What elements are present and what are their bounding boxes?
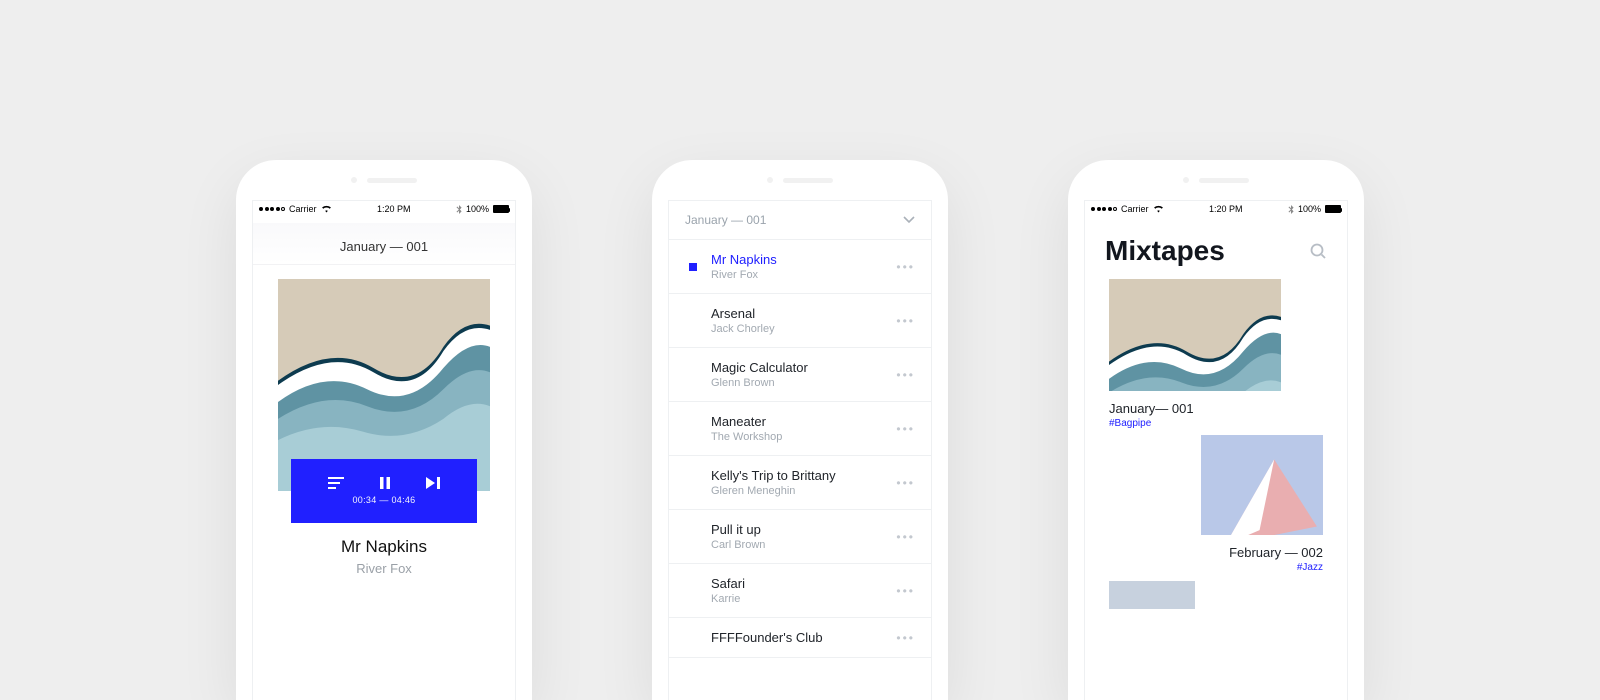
phone-playlist: January — 001 Mr NapkinsRiver Fox•••Arse… xyxy=(652,160,948,700)
screen-now-playing: Carrier 1:20 PM 100% January — 001 xyxy=(252,200,516,700)
track-row[interactable]: Mr Napkins River Fox••• xyxy=(669,240,931,294)
track-title: Mr Napkins xyxy=(711,252,896,267)
more-icon[interactable]: ••• xyxy=(896,476,915,490)
mixtape-card[interactable]: February — 002 #Jazz xyxy=(1085,435,1347,573)
page-title: Mixtapes xyxy=(1105,235,1225,267)
clock-label: 1:20 PM xyxy=(1209,204,1243,214)
more-icon[interactable]: ••• xyxy=(896,530,915,544)
track-artist: Carl Brown xyxy=(711,539,896,551)
track-title: FFFFounder's Club xyxy=(711,630,896,645)
now-playing-indicator-icon xyxy=(689,263,697,271)
track-title: Safari xyxy=(711,576,896,591)
track-row[interactable]: Arsenal Jack Chorley••• xyxy=(669,294,931,348)
clock-label: 1:20 PM xyxy=(377,204,411,214)
phone-now-playing: Carrier 1:20 PM 100% January — 001 xyxy=(236,160,532,700)
track-title: Arsenal xyxy=(711,306,896,321)
mixtape-tag[interactable]: #Jazz xyxy=(1297,562,1323,573)
track-row[interactable]: FFFFounder's Club••• xyxy=(669,618,931,658)
playlist-header[interactable]: January — 001 xyxy=(669,201,931,240)
signal-dots-icon xyxy=(1091,207,1117,211)
pause-button[interactable] xyxy=(380,477,390,489)
bluetooth-icon xyxy=(1288,205,1294,214)
screen-playlist: January — 001 Mr NapkinsRiver Fox•••Arse… xyxy=(668,200,932,700)
device-speaker xyxy=(1068,160,1364,200)
more-icon[interactable]: ••• xyxy=(896,631,915,645)
song-artist: River Fox xyxy=(253,561,515,576)
next-button[interactable] xyxy=(426,477,440,489)
timeline-label: 00:34 — 04:46 xyxy=(353,495,416,505)
bluetooth-icon xyxy=(456,205,462,214)
chevron-down-icon[interactable] xyxy=(903,216,915,224)
queue-icon[interactable] xyxy=(328,477,344,489)
screen-mixtapes: Carrier 1:20 PM 100% Mixtapes January— 0… xyxy=(1084,200,1348,700)
device-speaker xyxy=(652,160,948,200)
status-bar: Carrier 1:20 PM 100% xyxy=(1085,201,1347,217)
phone-mixtapes: Carrier 1:20 PM 100% Mixtapes January— 0… xyxy=(1068,160,1364,700)
mixtape-label: January— 001 xyxy=(1109,401,1347,416)
track-list[interactable]: Mr NapkinsRiver Fox•••ArsenalJack Chorle… xyxy=(669,240,931,700)
song-info: Mr Napkins River Fox xyxy=(253,537,515,576)
carrier-label: Carrier xyxy=(289,204,317,214)
search-icon[interactable] xyxy=(1309,242,1327,260)
track-artist: Karrie xyxy=(711,593,896,605)
song-title: Mr Napkins xyxy=(253,537,515,557)
track-title: Kelly's Trip to Brittany xyxy=(711,468,896,483)
more-icon[interactable]: ••• xyxy=(896,314,915,328)
device-speaker xyxy=(236,160,532,200)
battery-icon xyxy=(493,205,509,213)
signal-dots-icon xyxy=(259,207,285,211)
playlist-title: January — 001 xyxy=(685,213,766,227)
track-row[interactable]: Magic Calculator Glenn Brown••• xyxy=(669,348,931,402)
player-controls: 00:34 — 04:46 xyxy=(291,459,477,523)
track-row[interactable]: Safari Karrie••• xyxy=(669,564,931,618)
track-row[interactable]: Pull it up Carl Brown••• xyxy=(669,510,931,564)
track-title: Pull it up xyxy=(711,522,896,537)
wifi-icon xyxy=(321,205,332,213)
mixtape-art xyxy=(1201,435,1323,535)
carrier-label: Carrier xyxy=(1121,204,1149,214)
wifi-icon xyxy=(1153,205,1164,213)
battery-icon xyxy=(1325,205,1341,213)
track-artist: Jack Chorley xyxy=(711,323,896,335)
mixtape-card[interactable]: January— 001 #Bagpipe xyxy=(1085,279,1347,429)
track-artist: River Fox xyxy=(711,269,896,281)
battery-label: 100% xyxy=(1298,204,1321,214)
more-icon[interactable]: ••• xyxy=(896,260,915,274)
track-title: Maneater xyxy=(711,414,896,429)
status-bar: Carrier 1:20 PM 100% xyxy=(253,201,515,217)
track-row[interactable]: Maneater The Workshop••• xyxy=(669,402,931,456)
now-playing-header: January — 001 xyxy=(253,223,515,265)
mixtape-card-partial[interactable] xyxy=(1109,581,1195,609)
artwork-container: 00:34 — 04:46 xyxy=(253,265,515,491)
mixtape-tag[interactable]: #Bagpipe xyxy=(1109,418,1347,429)
track-artist: Glenn Brown xyxy=(711,377,896,389)
track-title: Magic Calculator xyxy=(711,360,896,375)
track-row[interactable]: Kelly's Trip to Brittany Gleren Meneghin•… xyxy=(669,456,931,510)
more-icon[interactable]: ••• xyxy=(896,368,915,382)
more-icon[interactable]: ••• xyxy=(896,422,915,436)
track-artist: The Workshop xyxy=(711,431,896,443)
mixtape-art xyxy=(1109,279,1281,391)
more-icon[interactable]: ••• xyxy=(896,584,915,598)
track-artist: Gleren Meneghin xyxy=(711,485,896,497)
battery-label: 100% xyxy=(466,204,489,214)
mixtape-label: February — 002 xyxy=(1229,545,1323,560)
